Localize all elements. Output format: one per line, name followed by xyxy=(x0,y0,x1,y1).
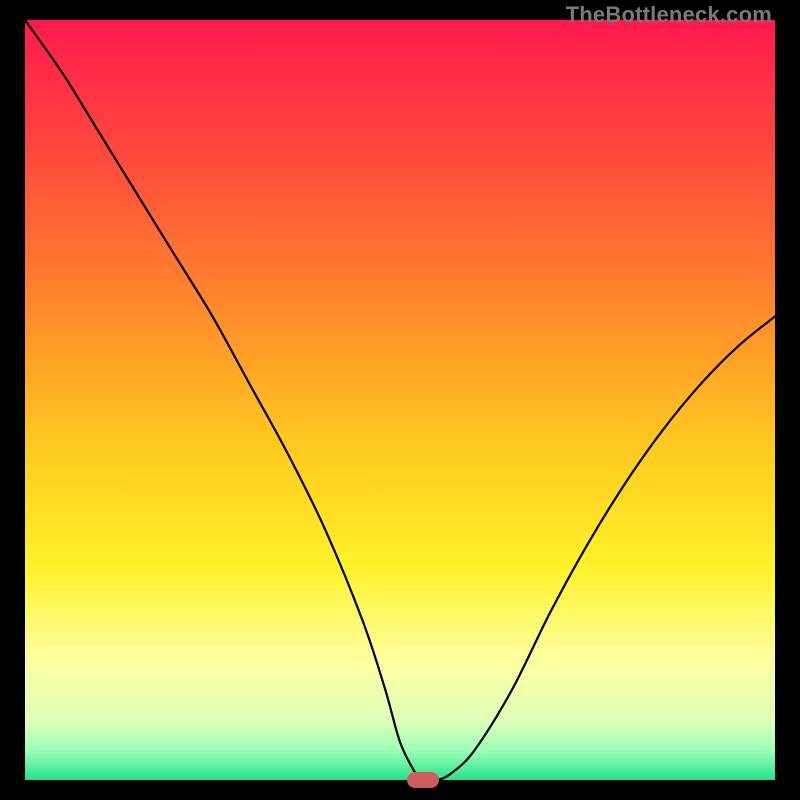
gradient-background xyxy=(25,20,775,780)
optimum-marker xyxy=(407,772,439,788)
chart-canvas xyxy=(25,20,775,780)
watermark-text: TheBottleneck.com xyxy=(566,2,772,28)
chart-frame xyxy=(25,20,775,780)
